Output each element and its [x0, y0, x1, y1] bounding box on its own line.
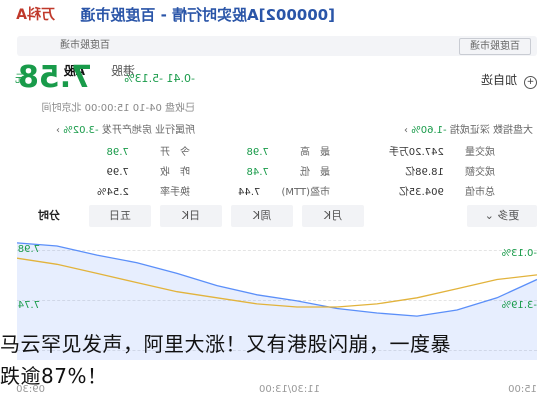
tab-intraday[interactable]: 分时 — [18, 205, 80, 227]
stat-label: 今 开 — [160, 147, 190, 158]
stat-prev-close: 昨 收 7.99 — [107, 163, 190, 178]
tab-monthly-k[interactable]: 月K — [302, 205, 364, 227]
page-title: [000002]A股实时行情 - 百度股市通 — [80, 6, 335, 24]
plus-icon: + — [524, 76, 537, 89]
stat-label: 昨 收 — [160, 167, 190, 178]
y-label-top-right: -0.13% — [501, 248, 537, 259]
stat-turnover-rate: 换手率 2.54% — [97, 183, 190, 198]
stat-market-cap: 总市值 904.35亿 — [399, 183, 495, 198]
search-source-label: 百度股市通 — [60, 40, 110, 51]
stat-label: 总市值 — [465, 187, 495, 198]
stat-label: 最 高 — [300, 147, 330, 158]
search-scope-pill[interactable]: 百度股市通 — [459, 38, 531, 55]
stat-value: 7.48 — [246, 167, 269, 178]
stat-value: 7.98 — [246, 147, 269, 158]
sector-link[interactable]: 所属行业 房地产开发 -3.02% › — [56, 121, 195, 136]
stat-value: 7.99 — [106, 167, 129, 178]
tab-five-day[interactable]: 五日 — [89, 205, 151, 227]
chart-tabs: 分时 五日 日K 周K 月K 更多 ⌄ — [0, 205, 555, 227]
sector-label: 所属行业 房地产开发 — [101, 125, 195, 136]
stat-label: 成交量 — [465, 147, 495, 158]
stat-turnover-amount: 成交额 18.98亿 — [405, 163, 495, 178]
stat-high: 最 高 7.98 — [247, 143, 330, 158]
chevron-right-icon: › — [404, 125, 409, 136]
stat-open: 今 开 7.98 — [107, 143, 190, 158]
headline-line-1: 马云罕见发声，阿里大涨！又有港股闪崩，一度暴 — [0, 332, 451, 356]
tab-more-label: 更多 — [497, 209, 520, 222]
news-headline[interactable]: 马云罕见发声，阿里大涨！又有港股闪崩，一度暴 跌逾87%！ — [0, 328, 555, 392]
sector-change: -3.02% — [63, 125, 99, 136]
current-price: 7.58 — [18, 60, 93, 95]
stat-label: 市盈(TTM) — [281, 187, 330, 198]
tab-weekly-k[interactable]: 周K — [231, 205, 293, 227]
y-label-top-left: 7.98 — [17, 244, 40, 255]
headline-line-2: 跌逾87%！ — [0, 364, 108, 388]
chevron-right-icon: › — [56, 125, 61, 136]
stat-label: 最 低 — [300, 167, 330, 178]
stat-pe: 市盈(TTM) 7.44 — [238, 183, 330, 198]
market-status: 已收盘 04-10 15:00:00 北京时间 — [41, 103, 195, 114]
chevron-down-icon: ⌄ — [484, 209, 494, 222]
stat-value: 7.98 — [106, 147, 129, 158]
stat-low: 最 低 7.48 — [247, 163, 330, 178]
y-label-bottom-right: -3.19% — [501, 300, 537, 311]
tab-daily-k[interactable]: 日K — [160, 205, 222, 227]
price-change: -0.41 -5.13% — [124, 72, 195, 85]
tab-more[interactable]: 更多 ⌄ — [467, 205, 537, 227]
market-index-label: 大盘指数 深证成指 — [449, 125, 533, 136]
stat-value: 7.44 — [238, 187, 261, 198]
stat-label: 换手率 — [160, 187, 190, 198]
stat-value: 247.20万手 — [388, 147, 444, 158]
stat-label: 成交额 — [465, 167, 495, 178]
market-index-change: -1.60% — [411, 125, 447, 136]
add-watchlist-label: 加自选 — [481, 73, 518, 87]
market-index-link[interactable]: 大盘指数 深证成指 -1.60% › — [404, 121, 533, 136]
stat-value: 2.54% — [97, 187, 129, 198]
stat-value: 904.35亿 — [398, 187, 444, 198]
y-label-bottom-left: 7.74 — [17, 300, 40, 311]
price-unit: 元 — [15, 72, 26, 85]
stock-name: 万科A — [16, 7, 55, 23]
add-watchlist-button[interactable]: + 加自选 — [481, 71, 537, 89]
stat-volume: 成交量 247.20万手 — [389, 143, 495, 158]
stat-value: 18.98亿 — [405, 167, 444, 178]
